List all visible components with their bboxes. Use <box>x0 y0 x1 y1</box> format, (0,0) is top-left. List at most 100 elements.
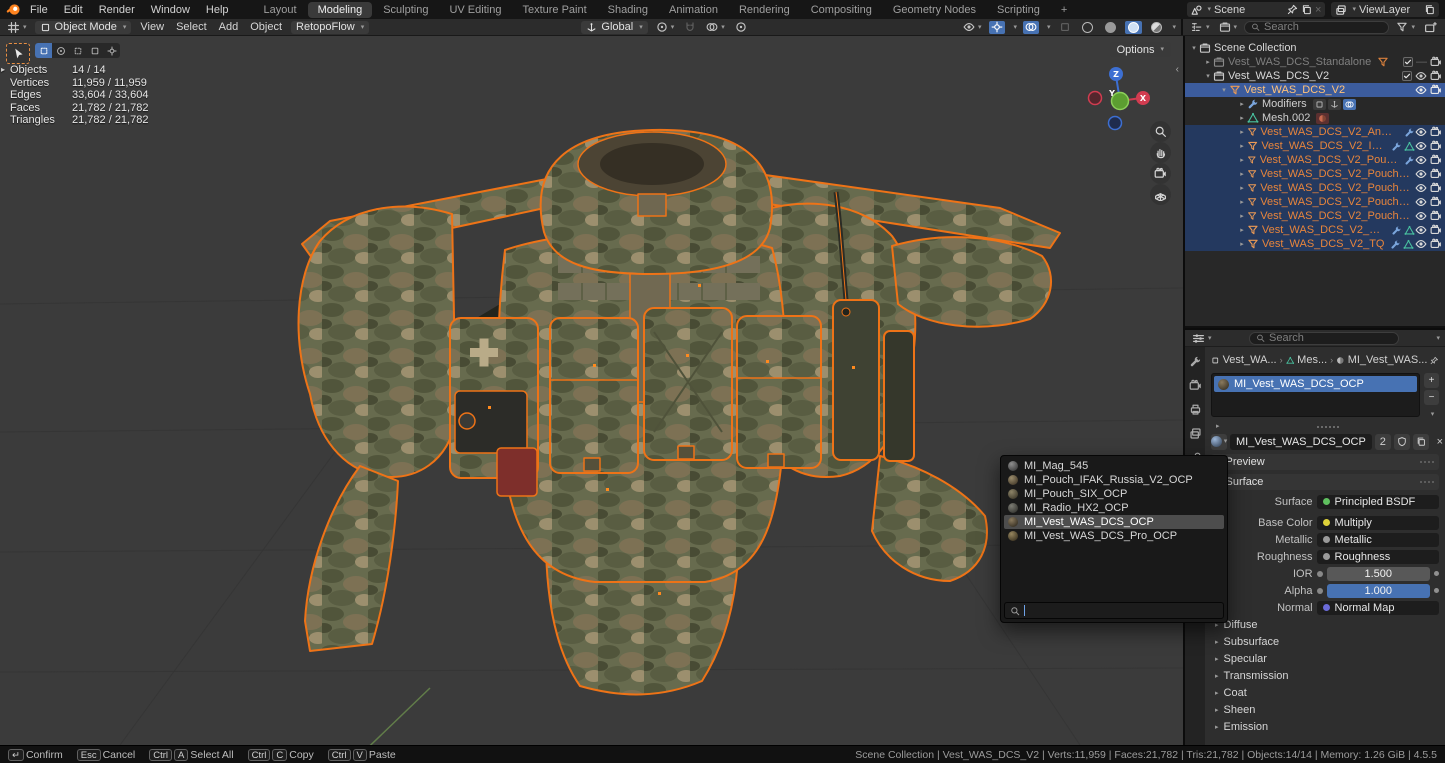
eye-icon[interactable] <box>1415 238 1427 250</box>
panel-sheen[interactable]: ▸Sheen <box>1211 701 1439 718</box>
falloff-toggle[interactable] <box>733 21 749 34</box>
camera-visibility-icon[interactable] <box>1430 70 1442 82</box>
gizmo-x-neg[interactable] <box>1089 92 1102 105</box>
vest-arm-panel-left[interactable] <box>299 207 456 477</box>
tweak-tool-button[interactable] <box>6 43 30 64</box>
tab-geometry-nodes[interactable]: Geometry Nodes <box>883 2 986 18</box>
eye-icon[interactable] <box>1415 140 1427 152</box>
menu-select[interactable]: Select <box>173 21 210 33</box>
tab-shading[interactable]: Shading <box>598 2 658 18</box>
ior-slider[interactable]: 1.500 <box>1327 567 1430 581</box>
outliner-row-standalone[interactable]: ▸ Vest_WAS_DCS_Standalone — <box>1185 55 1445 69</box>
camera-visibility-icon[interactable] <box>1430 154 1442 166</box>
camera-visibility-icon[interactable] <box>1430 84 1442 96</box>
camera-visibility-icon[interactable] <box>1430 238 1442 250</box>
navigation-gizmo[interactable]: Z X Y <box>1079 60 1159 140</box>
tab-scripting[interactable]: Scripting <box>987 2 1050 18</box>
breadcrumb-object[interactable]: Vest_WA... <box>1223 354 1277 366</box>
popup-item-pouch-ifak[interactable]: MI_Pouch_IFAK_Russia_V2_OCP <box>1004 473 1224 487</box>
transform-orientation[interactable]: Global▾ <box>581 21 647 34</box>
modifier-icon[interactable] <box>1313 99 1326 110</box>
3d-viewport[interactable]: ▸Objects14 / 14 Vertices11,959 / 11,959 … <box>0 36 1183 745</box>
camera-visibility-icon[interactable] <box>1430 140 1442 152</box>
eye-icon[interactable] <box>1415 210 1427 222</box>
zoom-button[interactable] <box>1150 121 1171 142</box>
retopoflow-menu[interactable]: RetopoFlow▾ <box>291 21 369 34</box>
camera-visibility-icon[interactable] <box>1430 56 1442 68</box>
outliner-row-modifiers[interactable]: ▸ Modifiers <box>1185 97 1445 111</box>
editor-type-button[interactable]: ▾ <box>5 21 29 34</box>
tab-texture-paint[interactable]: Texture Paint <box>512 2 596 18</box>
camera-visibility-icon[interactable] <box>1430 126 1442 138</box>
slot-list-resize[interactable]: ▸ <box>1211 422 1439 431</box>
menu-add[interactable]: Add <box>216 21 242 33</box>
outliner-filter-collection[interactable]: ▾ <box>1217 21 1240 34</box>
tab-modeling[interactable]: Modeling <box>308 2 373 18</box>
outliner-row-pro[interactable]: ▸ Vest_WAS_DCS_V2_Pro <box>1185 223 1445 237</box>
remove-slot-button[interactable]: − <box>1424 390 1439 405</box>
eye-icon[interactable] <box>1415 168 1427 180</box>
proportional-editing[interactable]: ▾ <box>704 21 727 34</box>
camera-visibility-icon[interactable] <box>1430 168 1442 180</box>
vest-shoulder-band-right[interactable] <box>892 237 1051 327</box>
visibility-dropdown[interactable]: ▾ <box>961 21 984 34</box>
mode-selector[interactable]: Object Mode▾ <box>35 21 132 34</box>
new-scene-icon[interactable] <box>1301 4 1312 15</box>
select-extend-button[interactable] <box>86 43 103 58</box>
popup-item-vest-pro-ocp[interactable]: MI_Vest_WAS_DCS_Pro_OCP <box>1004 529 1224 543</box>
panel-diffuse[interactable]: ▸Diffuse <box>1211 616 1439 633</box>
outliner-row-mesh-002[interactable]: ▸ Mesh.002 <box>1185 111 1445 125</box>
tab-layout[interactable]: Layout <box>254 2 307 18</box>
outliner-display-mode[interactable]: ▾ <box>1189 21 1212 34</box>
surface-shader-field[interactable]: Principled BSDF <box>1317 495 1439 509</box>
eye-icon[interactable] <box>1415 154 1427 166</box>
eye-icon[interactable] <box>1415 126 1427 138</box>
exclude-checkbox[interactable] <box>1402 71 1412 81</box>
tab-sculpting[interactable]: Sculpting <box>373 2 438 18</box>
mag-pouch-3[interactable] <box>737 316 821 468</box>
chevron-down-icon[interactable]: ▾ <box>1436 335 1440 342</box>
outliner-search[interactable] <box>1244 21 1389 34</box>
eye-icon[interactable] <box>1415 196 1427 208</box>
tab-viewlayer-icon[interactable] <box>1189 427 1202 440</box>
properties-search-input[interactable] <box>1269 332 1392 344</box>
properties-search[interactable] <box>1249 332 1399 345</box>
menu-help[interactable]: Help <box>199 4 236 16</box>
select-box-button[interactable] <box>35 43 52 58</box>
pin-icon[interactable] <box>1430 355 1439 366</box>
camera-visibility-icon[interactable] <box>1430 182 1442 194</box>
outliner-row-andominal[interactable]: ▸ Vest_WAS_DCS_V2_Andominal <box>1185 125 1445 139</box>
panel-coat[interactable]: ▸Coat <box>1211 684 1439 701</box>
select-circle-button[interactable] <box>52 43 69 58</box>
viewlayer-selector[interactable]: ▾ ViewLayer <box>1331 2 1439 17</box>
material-slot-list[interactable]: MI_Vest_WAS_DCS_OCP <box>1211 373 1420 417</box>
options-button[interactable]: Options▾ <box>1110 42 1171 57</box>
sidebar-toggle[interactable]: ‹ <box>1176 64 1179 75</box>
outliner-row-pouch-radio[interactable]: ▸ Vest_WAS_DCS_V2_Pouch_Radio <box>1185 153 1445 167</box>
pin-icon[interactable] <box>1287 4 1298 15</box>
mag-pouch-2[interactable] <box>644 308 732 460</box>
camera-visibility-icon[interactable] <box>1430 196 1442 208</box>
xray-toggle[interactable] <box>1057 21 1073 34</box>
popup-item-vest-ocp[interactable]: MI_Vest_WAS_DCS_OCP <box>1004 515 1224 529</box>
popup-item-pouch-six[interactable]: MI_Pouch_SIX_OCP <box>1004 487 1224 501</box>
keyframe-dot[interactable] <box>1434 588 1439 593</box>
new-material-button[interactable] <box>1413 434 1429 450</box>
outliner-filter-dropdown[interactable]: ▾ <box>1394 21 1417 34</box>
tab-render-icon[interactable] <box>1189 379 1202 392</box>
breadcrumb-material[interactable]: MI_Vest_WAS... <box>1348 354 1428 366</box>
select-lasso-button[interactable] <box>69 43 86 58</box>
menu-window[interactable]: Window <box>144 4 197 16</box>
outliner-row-pouch-six-03[interactable]: ▸ Vest_WAS_DCS_V2_Pouch_SIX_03 <box>1185 195 1445 209</box>
metallic-field[interactable]: Metallic <box>1317 533 1439 547</box>
vest-cummerbund-right[interactable] <box>872 456 987 581</box>
gizmo-z-neg[interactable] <box>1109 117 1122 130</box>
new-collection-button[interactable] <box>1422 21 1439 34</box>
menu-view[interactable]: View <box>137 21 167 33</box>
popup-search-input[interactable] <box>1029 605 1218 617</box>
panel-specular[interactable]: ▸Specular <box>1211 650 1439 667</box>
fake-user-button[interactable] <box>1394 434 1410 450</box>
panel-subsurface[interactable]: ▸Subsurface <box>1211 633 1439 650</box>
outliner-row-tq[interactable]: ▸ Vest_WAS_DCS_V2_TQ <box>1185 237 1445 251</box>
viewport-canvas[interactable] <box>0 36 1183 745</box>
